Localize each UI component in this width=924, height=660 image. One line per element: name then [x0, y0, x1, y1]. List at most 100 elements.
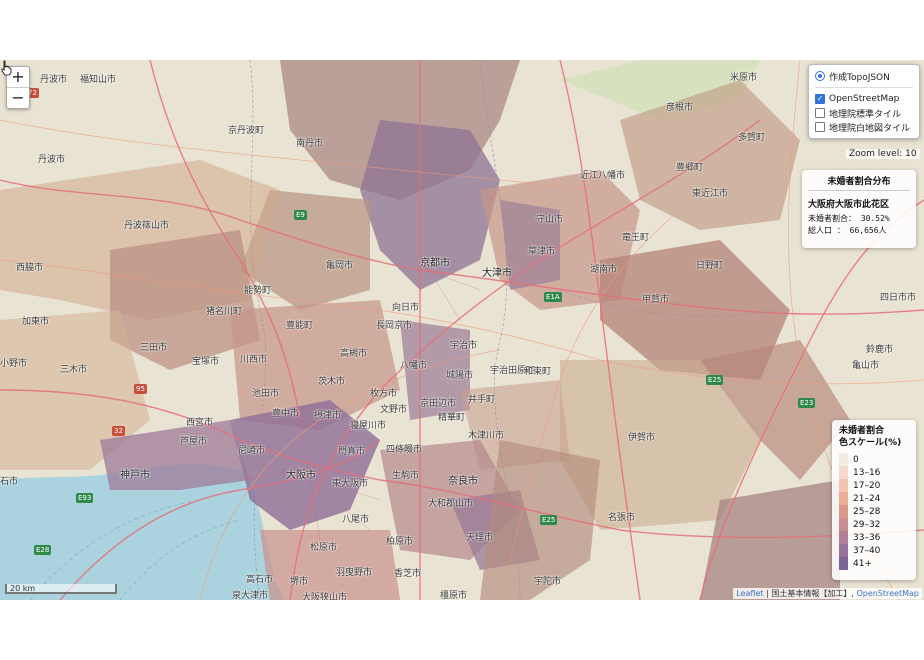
place-label: 米原市 — [730, 73, 758, 83]
place-label: 京田辺市 — [420, 399, 457, 409]
scale-bar: 20 km — [5, 584, 117, 594]
legend-label: 25–28 — [853, 506, 881, 517]
place-label: 近江八幡市 — [580, 171, 626, 181]
legend-item: 37–40 — [839, 544, 909, 557]
place-label: 鈴鹿市 — [866, 345, 894, 355]
route-shield: 95 — [134, 384, 147, 394]
layer-osm-label: OpenStreetMap — [829, 94, 900, 104]
place-label: 和束町 — [524, 367, 552, 377]
legend-label: 29–32 — [853, 519, 881, 530]
place-label: 竜王町 — [622, 233, 650, 243]
layer-overlay-option[interactable]: 作成TopoJSON — [815, 69, 919, 83]
legend-title-line: 未婚者割合 — [839, 426, 885, 436]
layer-osm-checkbox[interactable]: ✓ — [815, 94, 825, 104]
legend-items: 0 13–16 17–20 21–24 25–28 29–32 33–36 37–40 41+ — [839, 453, 909, 570]
route-shield: E23 — [798, 398, 816, 408]
legend-swatch — [839, 544, 848, 557]
place-label: 名張市 — [608, 513, 636, 523]
place-label: 摂津市 — [314, 411, 342, 421]
legend-item: 13–16 — [839, 466, 909, 479]
place-label: 加東市 — [22, 317, 50, 327]
place-label: 門真市 — [338, 447, 366, 457]
legend-item: 17–20 — [839, 479, 909, 492]
place-label: 大阪狭山市 — [302, 593, 348, 600]
legend-label: 33–36 — [853, 532, 881, 543]
place-label: 高槻市 — [340, 349, 368, 359]
info-title: 未婚者割合分布 — [808, 174, 910, 191]
hand-cursor-icon — [1, 60, 12, 76]
legend-label: 0 — [853, 454, 859, 465]
layer-control: 作成TopoJSON ✓ OpenStreetMap 地理院標準タイル 地理院白… — [808, 64, 920, 139]
place-label: 宝塚市 — [192, 357, 220, 367]
place-label: 西宮市 — [186, 418, 214, 428]
place-label: 西脇市 — [16, 263, 44, 273]
zoom-level-readout: Zoom level: 10 — [846, 149, 920, 159]
place-label: 八幡市 — [400, 361, 428, 371]
legend-title-line: 色スケール(%) — [839, 438, 902, 448]
route-shield: E25 — [706, 375, 724, 385]
layer-overlay-radio[interactable] — [815, 71, 825, 81]
route-shield: E25 — [540, 515, 558, 525]
route-shield: E9 — [294, 210, 307, 220]
layer-base-option-gsi-blank[interactable]: 地理院白地図タイル — [815, 120, 919, 134]
legend-swatch — [839, 466, 848, 479]
info-rate: 未婚者割合： 30.52% — [808, 214, 890, 223]
info-area-name: 大阪府大阪市此花区 — [808, 200, 890, 210]
place-label: 川西市 — [240, 355, 268, 365]
zoom-out-button[interactable]: − — [7, 87, 29, 108]
place-label: 丹波市 — [38, 155, 66, 165]
place-label: 城陽市 — [446, 371, 474, 381]
place-label: 日野町 — [696, 261, 724, 271]
legend-swatch — [839, 518, 848, 531]
layer-base-option-osm[interactable]: ✓ OpenStreetMap — [815, 92, 919, 106]
layer-base-option-gsi-std[interactable]: 地理院標準タイル — [815, 106, 919, 120]
place-label: 守山市 — [536, 215, 564, 225]
place-label: 文野市 — [380, 405, 408, 415]
place-label: 丹波篠山市 — [124, 221, 170, 231]
layer-overlay-label: 作成TopoJSON — [829, 72, 890, 83]
legend-swatch — [839, 505, 848, 518]
map-viewport[interactable]: 福知山市 米原市 南丹市 彦根市 京丹波町 丹波市 多賀町 近江八幡市 豊郷町 東近江市 丹波篠山市… — [0, 60, 924, 600]
legend-label: 21–24 — [853, 493, 881, 504]
place-label: 多賀町 — [738, 133, 766, 143]
place-label: 泉大津市 — [232, 591, 269, 600]
route-shield: E1A — [544, 292, 562, 302]
place-label: 精華町 — [438, 413, 466, 423]
place-label: 四日市市 — [880, 293, 917, 303]
place-label: 京丹波町 — [228, 126, 265, 136]
place-label: 能勢町 — [244, 286, 272, 296]
place-label: 豊郷町 — [676, 163, 704, 173]
place-label: 木津川市 — [468, 431, 505, 441]
place-label: 三田市 — [140, 343, 168, 353]
place-label: 枚方市 — [370, 389, 398, 399]
place-label: 亀岡市 — [326, 261, 354, 271]
layer-separator — [815, 87, 913, 88]
legend-title: 未婚者割合色スケール(%) — [839, 425, 909, 449]
info-population: 総人口 ： 66,656人 — [808, 226, 887, 235]
place-label: 柏原市 — [386, 537, 414, 547]
legend-item: 0 — [839, 453, 909, 466]
place-label: 京都市 — [420, 258, 450, 269]
osm-link[interactable]: OpenStreetMap — [856, 589, 919, 598]
place-label: 大和郡山市 — [428, 499, 474, 509]
place-label: 東近江市 — [692, 189, 729, 199]
place-label: 天理市 — [466, 533, 494, 543]
legend-swatch — [839, 453, 848, 466]
legend-label: 17–20 — [853, 480, 881, 491]
legend-item: 21–24 — [839, 492, 909, 505]
place-label: 八尾市 — [342, 515, 370, 525]
place-label: 彦根市 — [666, 103, 694, 113]
place-label: 寝屋川市 — [350, 421, 387, 431]
layer-gsi-std-checkbox[interactable] — [815, 108, 825, 118]
place-label: 奈良市 — [448, 476, 478, 487]
leaflet-link[interactable]: Leaflet — [736, 589, 763, 598]
place-label: 宇陀市 — [534, 577, 562, 587]
place-label: 羽曳野市 — [336, 568, 373, 578]
layer-gsi-blank-label: 地理院白地図タイル — [829, 123, 911, 134]
layer-gsi-blank-checkbox[interactable] — [815, 122, 825, 132]
place-label: 亀山市 — [852, 361, 880, 371]
color-legend: 未婚者割合色スケール(%) 0 13–16 17–20 21–24 25–28 29–32… — [832, 420, 916, 580]
legend-item: 29–32 — [839, 518, 909, 531]
place-label: 四條畷市 — [386, 445, 423, 455]
legend-swatch — [839, 479, 848, 492]
